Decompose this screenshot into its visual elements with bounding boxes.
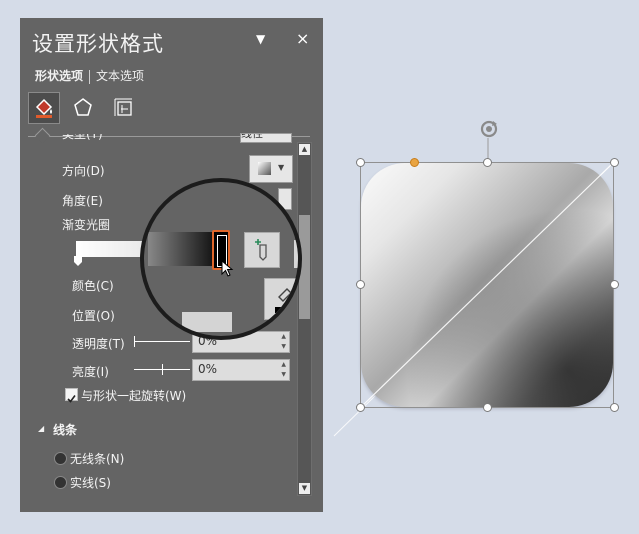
rotate-icon[interactable] xyxy=(478,118,500,140)
resize-handle-top[interactable] xyxy=(483,158,492,167)
resize-handle-left[interactable] xyxy=(356,280,365,289)
resize-handle-top-left[interactable] xyxy=(356,158,365,167)
selection-frame xyxy=(360,162,614,408)
resize-handle-bottom[interactable] xyxy=(483,403,492,412)
resize-handle-bottom-right[interactable] xyxy=(610,403,619,412)
resize-handle-top-right[interactable] xyxy=(610,158,619,167)
resize-handle-bottom-left[interactable] xyxy=(356,403,365,412)
adjustment-handle[interactable] xyxy=(410,158,419,167)
resize-handle-right[interactable] xyxy=(610,280,619,289)
